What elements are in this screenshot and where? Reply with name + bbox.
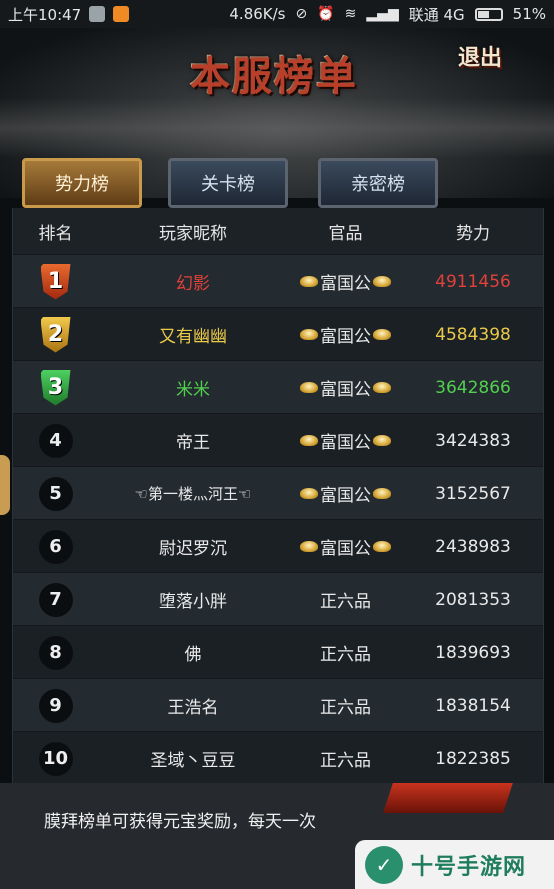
worship-button[interactable] (383, 783, 513, 813)
power-value: 4584398 (435, 324, 511, 345)
watermark-text: 十号手游网 (411, 854, 527, 880)
table-row[interactable]: 3 米米 富国公 3642866 (13, 360, 543, 414)
player-name: 幻影 (176, 274, 210, 294)
player-name: 帝王 (176, 433, 210, 453)
player-name: 王浩名 (167, 698, 219, 718)
carrier-label: 联通 4G (408, 5, 465, 24)
gold-ingot-icon (300, 541, 318, 552)
table-row[interactable]: 8 佛 正六品 1839693 (13, 625, 543, 679)
gold-ingot-icon (300, 382, 318, 393)
rank-number: 8 (38, 635, 73, 670)
tab-intimacy[interactable]: 亲密榜 (318, 158, 438, 208)
tab-stages[interactable]: 关卡榜 (168, 158, 288, 208)
alarm-icon: ⏰ (317, 6, 335, 22)
power-value: 3424383 (435, 430, 511, 451)
reward-notice: 膜拜榜单可获得元宝奖励，每天一次 (44, 812, 316, 832)
network-speed: 4.86K/s (229, 5, 286, 23)
table-row[interactable]: 6 尉迟罗沉 富国公 2438983 (13, 519, 543, 573)
power-value: 3642866 (435, 377, 511, 398)
table-row[interactable]: 1 幻影 富国公 4911456 (13, 254, 543, 308)
gold-ingot-icon (300, 329, 318, 340)
table-row[interactable]: 5 ☜第一楼灬河王☜ 富国公 3152567 (13, 466, 543, 520)
app-icon (113, 6, 130, 22)
official-title: 正六品 (320, 592, 371, 612)
side-handle[interactable] (0, 455, 10, 515)
official-title: 富国公 (320, 327, 371, 347)
clock: 上午10:47 (8, 5, 82, 24)
gold-ingot-icon (300, 435, 318, 446)
gold-ingot-icon (373, 329, 391, 340)
sim-icon (89, 6, 106, 22)
gold-ingot-icon (373, 488, 391, 499)
player-name: 佛 (184, 645, 202, 665)
rank-medal-icon: 1 (40, 263, 71, 300)
player-name: ☜第一楼灬河王☜ (134, 485, 252, 503)
table-row[interactable]: 4 帝王 富国公 3424383 (13, 413, 543, 467)
player-name: 又有幽幽 (159, 327, 227, 347)
official-title: 正六品 (320, 698, 371, 718)
player-name: 堕落小胖 (159, 592, 227, 612)
power-value: 1839693 (435, 642, 511, 663)
rank-number: 6 (38, 529, 73, 564)
page-title: 本服榜单 (190, 53, 358, 100)
power-value: 2438983 (435, 536, 511, 557)
wifi-icon: ≋ (344, 6, 357, 22)
table-row[interactable]: 2 又有幽幽 富国公 4584398 (13, 307, 543, 361)
power-value: 3152567 (435, 483, 511, 504)
leaderboard-tabs: 势力榜 关卡榜 亲密榜 (0, 158, 554, 210)
battery-percent: 51% (512, 5, 546, 23)
official-title: 富国公 (320, 433, 371, 453)
column-header-rank: 排名 (38, 223, 73, 244)
power-value: 4911456 (435, 271, 511, 292)
player-name: 米米 (176, 380, 210, 400)
official-title: 正六品 (320, 751, 371, 771)
player-name: 圣域丶豆豆 (150, 751, 236, 771)
rank-medal-icon: 3 (40, 369, 71, 406)
gold-ingot-icon (373, 382, 391, 393)
table-row[interactable]: 9 王浩名 正六品 1838154 (13, 678, 543, 732)
gold-ingot-icon (373, 435, 391, 446)
watermark: ✓ 十号手游网 (355, 840, 554, 889)
rank-number: 9 (38, 688, 73, 723)
official-title: 富国公 (320, 486, 371, 506)
gold-ingot-icon (300, 276, 318, 287)
gold-ingot-icon (373, 276, 391, 287)
player-name: 尉迟罗沉 (159, 539, 227, 559)
table-header: 排名 玩家昵称 官品 势力 (13, 208, 543, 254)
power-value: 1822385 (435, 748, 511, 769)
status-bar: 上午10:47 4.86K/s ⊘ ⏰ ≋ ▂▄▆ 联通 4G 51% (0, 0, 554, 28)
power-value: 1838154 (435, 695, 511, 716)
official-title: 正六品 (320, 645, 371, 665)
rank-number: 7 (38, 582, 73, 617)
leaderboard-panel: 排名 玩家昵称 官品 势力 1 幻影 富国公 4911456 2 又有幽幽 富国… (12, 208, 544, 785)
column-header-title: 官品 (328, 223, 363, 244)
official-title: 富国公 (320, 274, 371, 294)
alarm-off-icon: ⊘ (295, 6, 308, 22)
rank-medal-icon: 2 (40, 316, 71, 353)
official-title: 富国公 (320, 380, 371, 400)
gold-ingot-icon (300, 488, 318, 499)
table-row[interactable]: 7 堕落小胖 正六品 2081353 (13, 572, 543, 626)
column-header-name: 玩家昵称 (159, 223, 227, 244)
exit-button[interactable]: 退出 (458, 40, 502, 72)
rank-number: 4 (38, 423, 73, 458)
tab-power[interactable]: 势力榜 (22, 158, 142, 208)
official-title: 富国公 (320, 539, 371, 559)
power-value: 2081353 (435, 589, 511, 610)
table-row[interactable]: 10 圣域丶豆豆 正六品 1822385 (13, 731, 543, 785)
gold-ingot-icon (373, 541, 391, 552)
watermark-logo-icon: ✓ (365, 845, 403, 884)
column-header-power: 势力 (456, 223, 490, 244)
signal-icon: ▂▄▆ (366, 6, 399, 22)
rank-number: 10 (38, 741, 73, 776)
battery-icon (474, 7, 503, 21)
rank-number: 5 (38, 476, 73, 511)
